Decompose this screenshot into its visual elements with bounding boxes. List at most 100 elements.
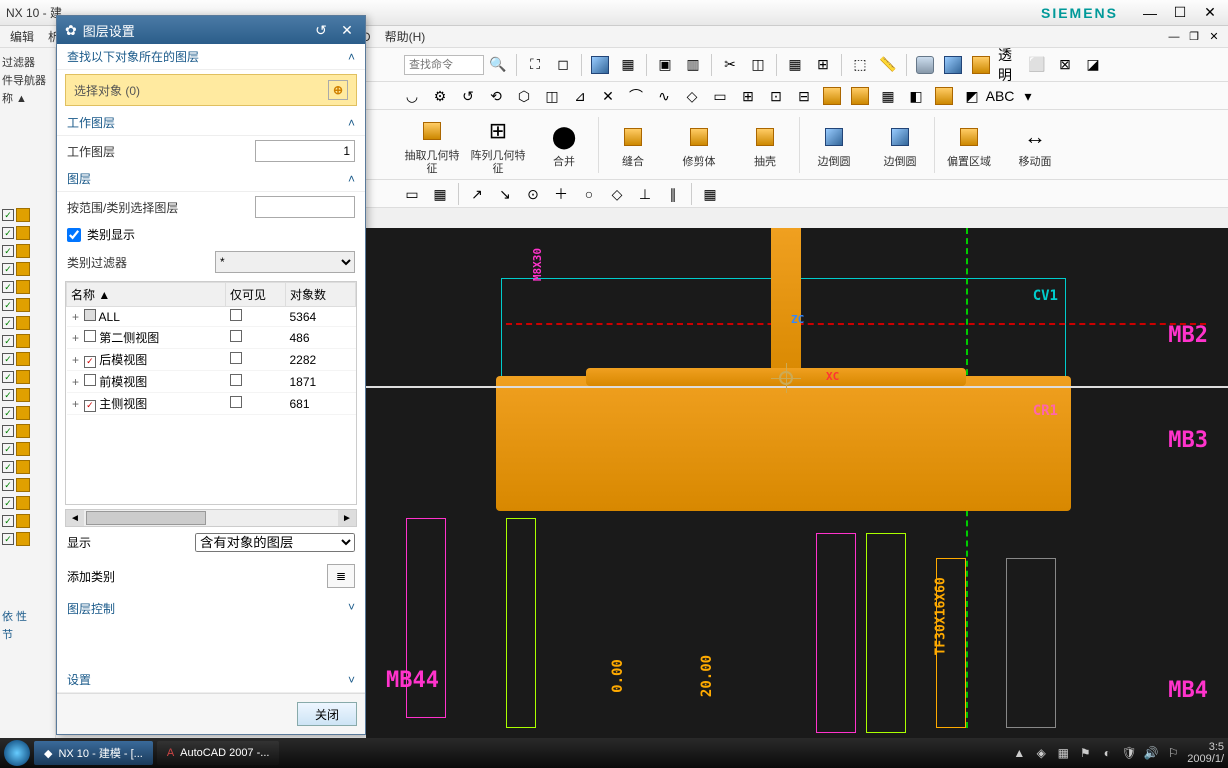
sk3-icon[interactable]: ↺: [456, 84, 480, 108]
layer-icon[interactable]: ▣: [653, 53, 677, 77]
measure-icon[interactable]: 📏: [876, 53, 900, 77]
visible-checkbox[interactable]: [230, 309, 242, 321]
t3-icon[interactable]: [969, 53, 993, 77]
sk20-icon[interactable]: [932, 84, 956, 108]
work-layer-input[interactable]: [255, 140, 355, 162]
dialog-close-x-button[interactable]: ✕: [337, 20, 357, 40]
snap-icon[interactable]: ⊞: [811, 53, 835, 77]
tree-item[interactable]: ✓: [2, 422, 53, 440]
expander-icon[interactable]: +: [71, 331, 81, 345]
t7-icon[interactable]: ◪: [1081, 53, 1105, 77]
search-icon[interactable]: 🔍: [486, 53, 510, 77]
start-button[interactable]: [4, 740, 30, 766]
rib-offset[interactable]: 偏置区域: [937, 112, 1001, 178]
tree-item[interactable]: ✓: [2, 242, 53, 260]
scroll-left-button[interactable]: ◄: [66, 510, 84, 526]
sel5-icon[interactable]: ⊙: [521, 182, 545, 206]
sk13-icon[interactable]: ⊞: [736, 84, 760, 108]
layer-control-link[interactable]: 图层控制 ˅: [57, 594, 365, 623]
visible-checkbox[interactable]: [230, 330, 242, 342]
visible-checkbox[interactable]: [230, 374, 242, 386]
t6-icon[interactable]: ⊠: [1053, 53, 1077, 77]
row-checkbox[interactable]: [84, 356, 96, 368]
visible-checkbox[interactable]: [230, 396, 242, 408]
rib-moveface[interactable]: ↔移动面: [1003, 112, 1067, 178]
expander-icon[interactable]: +: [71, 397, 81, 411]
sel7-icon[interactable]: ○: [577, 182, 601, 206]
shade-icon[interactable]: ▦: [616, 53, 640, 77]
tree-item[interactable]: ✓: [2, 206, 53, 224]
rib-shell[interactable]: 抽壳: [733, 112, 797, 178]
sel2-icon[interactable]: ▦: [428, 182, 452, 206]
sk6-icon[interactable]: ◫: [540, 84, 564, 108]
table-hscrollbar[interactable]: ◄ ►: [65, 509, 357, 527]
tree-item[interactable]: ✓: [2, 476, 53, 494]
sel1-icon[interactable]: ▭: [400, 182, 424, 206]
tree-item[interactable]: ✓: [2, 368, 53, 386]
table-row[interactable]: + 后模视图2282: [67, 349, 356, 371]
t2-icon[interactable]: [941, 53, 965, 77]
rib-unite[interactable]: ⬤合并: [532, 112, 596, 178]
tray-icon[interactable]: ▲: [1011, 745, 1027, 761]
tree-item[interactable]: ✓: [2, 404, 53, 422]
rib-blend2[interactable]: 边倒圆: [868, 112, 932, 178]
tree-item[interactable]: ✓: [2, 512, 53, 530]
tree-item[interactable]: ✓: [2, 440, 53, 458]
sel3-icon[interactable]: ↗: [465, 182, 489, 206]
rib-blend1[interactable]: 边倒圆: [802, 112, 866, 178]
fit-icon[interactable]: ⛶: [523, 53, 547, 77]
sk1-icon[interactable]: ◡: [400, 84, 424, 108]
section-layers[interactable]: 图层 ˄: [57, 166, 365, 192]
search-input[interactable]: [404, 55, 484, 75]
section-find[interactable]: 查找以下对象所在的图层 ˄: [57, 44, 365, 70]
table-row[interactable]: + 第二侧视图486: [67, 327, 356, 349]
menu-help[interactable]: 帮助(H): [381, 26, 430, 47]
tray-icon[interactable]: ◐: [1099, 745, 1115, 761]
range-input[interactable]: [255, 196, 355, 218]
tree-item[interactable]: ✓: [2, 260, 53, 278]
sk22-icon[interactable]: ABC: [988, 84, 1012, 108]
tree-item[interactable]: ✓: [2, 494, 53, 512]
sk8-icon[interactable]: ✕: [596, 84, 620, 108]
section-icon[interactable]: ◫: [746, 53, 770, 77]
maximize-button[interactable]: ☐: [1168, 4, 1192, 22]
tree-item[interactable]: ✓: [2, 386, 53, 404]
rib-trim[interactable]: 修剪体: [667, 112, 731, 178]
mdi-minimize-button[interactable]: —: [1166, 30, 1182, 44]
sk10-icon[interactable]: ∿: [652, 84, 676, 108]
zoom-icon[interactable]: ◻: [551, 53, 575, 77]
layer2-icon[interactable]: ▥: [681, 53, 705, 77]
tray-icon[interactable]: 🔊: [1143, 745, 1159, 761]
sk19-icon[interactable]: ◧: [904, 84, 928, 108]
col-visible[interactable]: 仅可见: [226, 283, 286, 307]
sel6-icon[interactable]: ＋: [549, 182, 573, 206]
row-checkbox[interactable]: [84, 374, 96, 386]
rib-pattern[interactable]: ⊞阵列几何特征: [466, 112, 530, 178]
scroll-thumb[interactable]: [86, 511, 206, 525]
expander-icon[interactable]: +: [71, 353, 81, 367]
tree-item[interactable]: ✓: [2, 224, 53, 242]
sk18-icon[interactable]: ▦: [876, 84, 900, 108]
clip-icon[interactable]: ✂: [718, 53, 742, 77]
sk23-icon[interactable]: ▾: [1016, 84, 1040, 108]
sk16-icon[interactable]: [820, 84, 844, 108]
table-row[interactable]: + ALL5364: [67, 307, 356, 327]
mdi-close-button[interactable]: ✕: [1206, 30, 1222, 44]
rib-sew[interactable]: 缝合: [601, 112, 665, 178]
target-icon[interactable]: ⊕: [328, 80, 348, 100]
sk4-icon[interactable]: ⟲: [484, 84, 508, 108]
sk5-icon[interactable]: ⬡: [512, 84, 536, 108]
tray-icon[interactable]: ⚐: [1165, 745, 1181, 761]
scroll-right-button[interactable]: ►: [338, 510, 356, 526]
minimize-button[interactable]: —: [1138, 4, 1162, 22]
rib-extract[interactable]: 抽取几何特征: [400, 112, 464, 178]
expander-icon[interactable]: +: [71, 375, 81, 389]
sk17-icon[interactable]: [848, 84, 872, 108]
sk12-icon[interactable]: ▭: [708, 84, 732, 108]
table-row[interactable]: + 前模视图1871: [67, 371, 356, 393]
layer-table[interactable]: 名称 ▲ 仅可见 对象数 + ALL5364+ 第二侧视图486+ 后模视图22…: [65, 281, 357, 505]
wcs-icon[interactable]: ⬚: [848, 53, 872, 77]
sk2-icon[interactable]: ⚙: [428, 84, 452, 108]
close-button[interactable]: ✕: [1198, 4, 1222, 22]
section-worklayer[interactable]: 工作图层 ˄: [57, 110, 365, 136]
